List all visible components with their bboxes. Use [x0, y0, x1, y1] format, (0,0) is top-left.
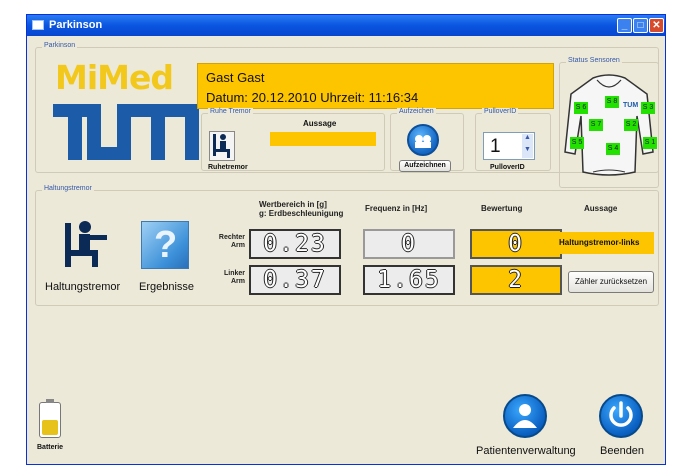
minimize-button[interactable]: _ [617, 18, 632, 33]
title-bar[interactable]: Parkinson _ □ ✕ [27, 15, 665, 36]
mimed-logo: MiMed [55, 58, 174, 97]
pulloverid-caption: PulloverID [490, 164, 525, 171]
ergebnisse-label: Ergebnisse [139, 281, 195, 293]
haltungstremor-group-label: Haltungstremor [42, 185, 94, 192]
linker-arm-wertbereich: 0.37 [249, 265, 341, 295]
ruhe-aussage-field [270, 132, 376, 146]
col-wertbereich: Wertbereich in [g] [259, 200, 327, 209]
zaehler-zuruecksetzen-button[interactable]: Zähler zurücksetzen [568, 271, 654, 293]
patientenverwaltung-label: Patientenverwaltung [476, 445, 576, 457]
question-mark-icon: ? [154, 224, 178, 266]
sensor-s7: S 7 [589, 119, 603, 131]
beenden-button[interactable] [599, 394, 643, 438]
maximize-button[interactable]: □ [633, 18, 648, 33]
sensor-s3: S 3 [641, 102, 655, 114]
sensor-s1: S 1 [643, 137, 657, 149]
app-icon [32, 20, 44, 30]
col-bewertung: Bewertung [481, 204, 523, 213]
user-icon [513, 404, 537, 428]
spinner-down-icon[interactable]: ▼ [522, 146, 533, 158]
client-area: Parkinson MiMed Gast Gast Datum: 20.12.2… [27, 36, 665, 464]
haltungstremor-label: Haltungstremor [45, 281, 121, 293]
col-wertbereich-sub: g: Erdbeschleunigung [259, 209, 344, 218]
pullover-diagram [564, 74, 654, 176]
sensor-s2: S 2 [624, 119, 638, 131]
linker-arm-label: Linker Arm [223, 270, 245, 285]
pulloverid-value: 1 [490, 136, 501, 157]
ruhetremor-label: Ruhetremor [208, 164, 248, 171]
aufzeichnen-button[interactable]: Aufzeichnen [399, 160, 451, 172]
aufzeichen-group-label: Aufzeichen [397, 108, 436, 115]
ergebnisse-button[interactable]: ? [141, 221, 189, 269]
power-icon [609, 401, 633, 427]
rechter-arm-label: Rechter Arm [218, 234, 245, 249]
status-sensoren-group-label: Status Sensoren [566, 57, 622, 64]
sensor-tum-logo: TUM [623, 102, 639, 109]
sensor-s8: S 8 [605, 96, 619, 108]
sensor-s4: S 4 [606, 143, 620, 155]
app-window: Parkinson _ □ ✕ Parkinson MiMed Gast Gas… [26, 14, 666, 465]
linker-arm-bewertung: 2 [470, 265, 562, 295]
haltung-aussage-field: Haltungstremor-links [556, 232, 654, 254]
haltungstremor-button[interactable] [61, 219, 111, 271]
rechter-arm-bewertung: 0 [470, 229, 562, 259]
sensor-s5: S 5 [570, 137, 584, 149]
ruhe-tremor-group-label: Ruhe Tremor [208, 108, 253, 115]
person-arms-outstretched-icon [65, 221, 107, 267]
ruhe-aussage-label: Aussage [303, 119, 337, 128]
tum-logo [53, 104, 199, 160]
pulloverid-group-label: PulloverID [482, 108, 519, 115]
sensor-s6: S 6 [574, 102, 588, 114]
pulloverid-spinner[interactable]: 1 ▲ ▼ [483, 132, 535, 160]
patient-info-panel: Gast Gast Datum: 20.12.2010 Uhrzeit: 11:… [197, 63, 554, 109]
patient-name: Gast Gast [206, 70, 265, 85]
ruhetremor-button[interactable] [209, 131, 235, 161]
battery-icon [39, 399, 61, 438]
col-aussage: Aussage [584, 204, 618, 213]
patient-datetime: Datum: 20.12.2010 Uhrzeit: 11:16:34 [206, 90, 419, 105]
aufzeichnen-icon-button[interactable] [407, 124, 439, 156]
chair-person-icon [213, 134, 230, 158]
col-frequenz: Frequenz in [Hz] [365, 204, 428, 213]
window-title: Parkinson [49, 19, 103, 31]
rechter-arm-frequenz: 0 [363, 229, 455, 259]
parkinson-group-label: Parkinson [42, 42, 78, 49]
rechter-arm-wertbereich: 0.23 [249, 229, 341, 259]
batterie-label: Batterie [37, 444, 64, 451]
patientenverwaltung-button[interactable] [503, 394, 547, 438]
close-button[interactable]: ✕ [649, 18, 664, 33]
beenden-label: Beenden [600, 445, 645, 457]
spinner-up-icon[interactable]: ▲ [522, 134, 533, 146]
linker-arm-frequenz: 1.65 [363, 265, 455, 295]
video-camera-icon [415, 135, 431, 148]
